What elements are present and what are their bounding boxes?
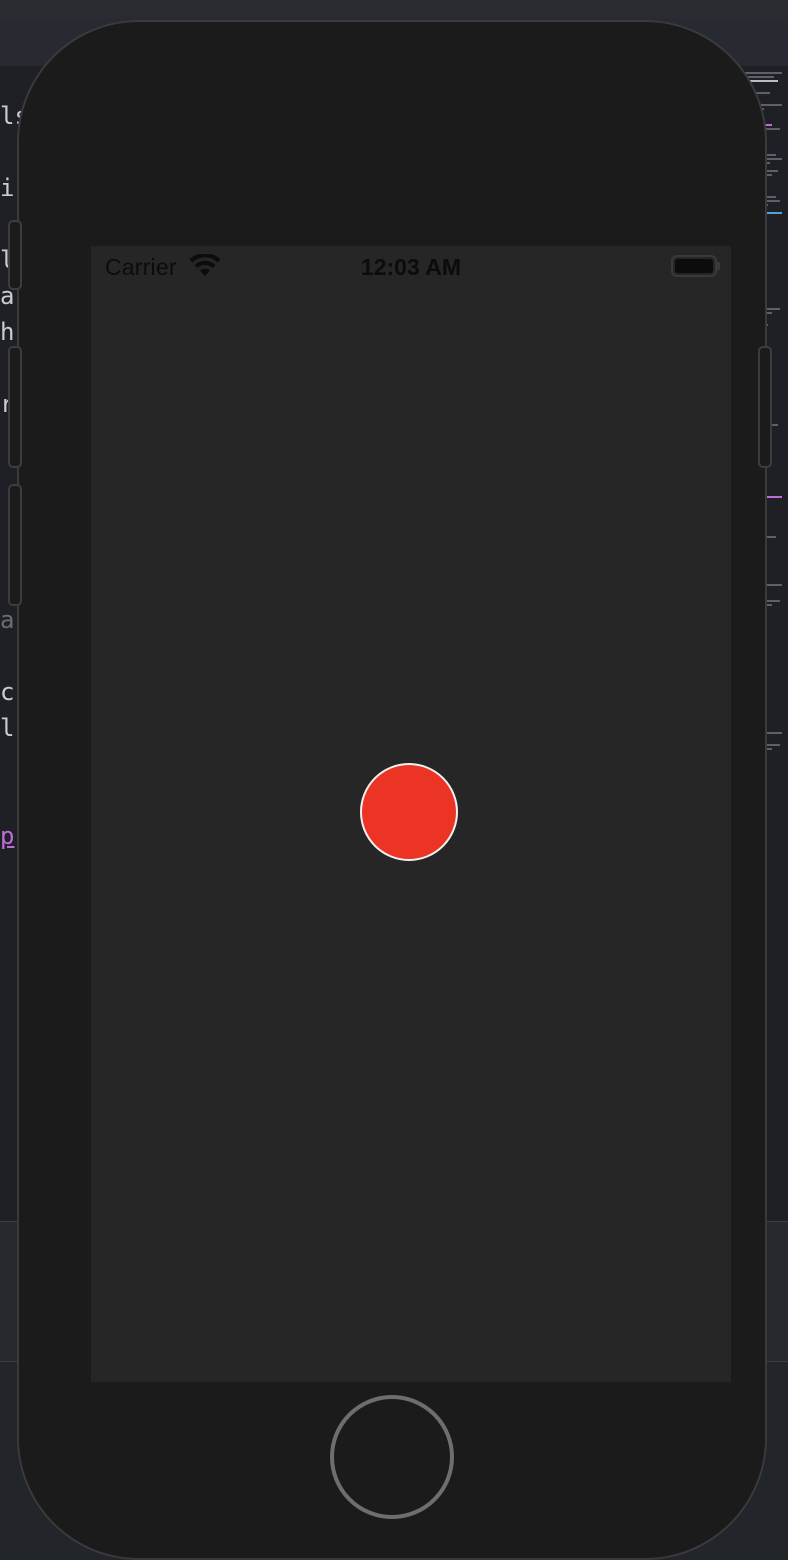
code-fragment: h <box>0 318 15 346</box>
device-screen[interactable]: Carrier 12:03 AM <box>91 246 731 1382</box>
power-button[interactable] <box>758 346 772 468</box>
window-titlebar <box>0 0 788 18</box>
code-fragment-link: p <box>0 822 15 850</box>
volume-up-button[interactable] <box>8 346 22 468</box>
code-fragment: a <box>0 606 15 634</box>
code-fragment: l <box>0 714 15 742</box>
iphone-simulator-frame: Carrier 12:03 AM <box>8 22 772 1558</box>
home-button[interactable] <box>330 1395 454 1519</box>
status-time: 12:03 AM <box>360 254 462 280</box>
code-fragment: i <box>0 174 15 202</box>
record-button[interactable] <box>360 763 458 861</box>
code-fragment: c <box>0 678 15 706</box>
volume-down-button[interactable] <box>8 484 22 606</box>
status-bar: Carrier 12:03 AM <box>91 246 731 286</box>
mute-switch[interactable] <box>8 220 22 290</box>
battery-icon <box>671 255 721 277</box>
